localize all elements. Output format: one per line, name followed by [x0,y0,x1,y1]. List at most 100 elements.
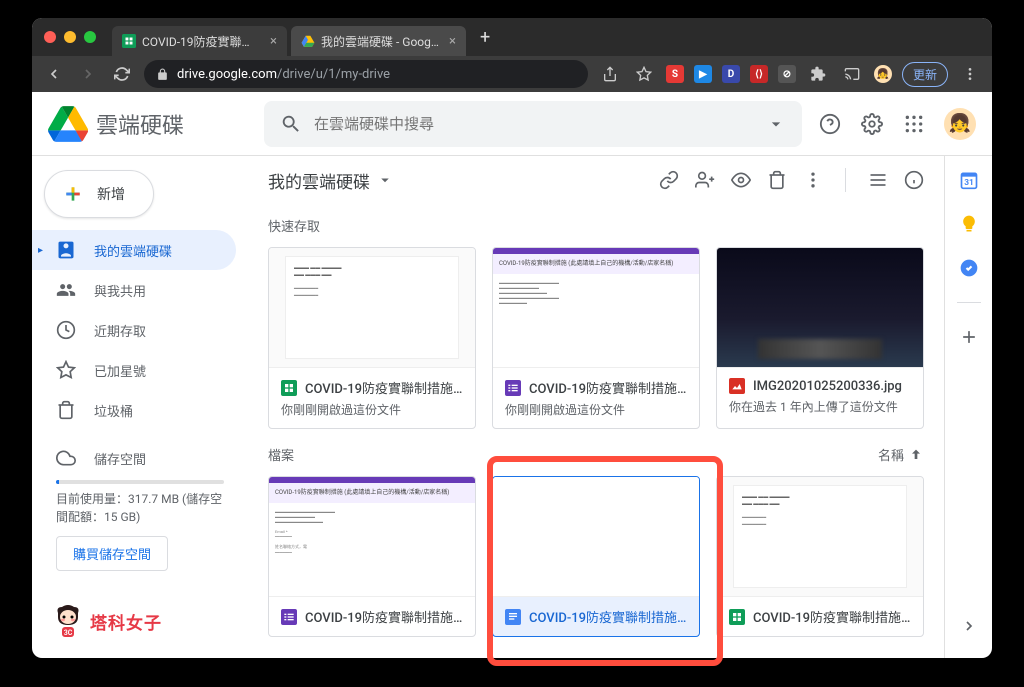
extension-icon[interactable]: D [722,65,740,83]
tasks-icon[interactable] [959,258,979,278]
link-icon[interactable] [659,170,679,190]
product-name: 雲端硬碟 [96,108,184,140]
menu-icon[interactable] [958,62,982,86]
calendar-icon[interactable]: 31 [959,170,979,190]
keep-icon[interactable] [959,214,979,234]
sidebar: 新增 ▸ 我的雲端硬碟 與我共用 近期存取 已加星號 垃圾桶 [32,156,248,658]
extension-tray: S ▶ D ⟨⟩ ⊘ 👧 更新 [598,62,982,87]
sidebar-item-mydrive[interactable]: ▸ 我的雲端硬碟 [32,230,236,270]
search-options-icon[interactable] [766,114,786,134]
maximize-window-button[interactable] [84,31,96,43]
files-label: 檔案 [268,445,294,464]
settings-icon[interactable] [860,112,884,136]
docs-icon [505,609,521,625]
quick-card[interactable]: ▬▬▬ ▬▬ ▬▬▬▬▬▬ ▬▬▬ ▬▬━━━━━━━━━━━━━━━━ COV… [268,247,476,429]
mydrive-icon [56,240,76,260]
list-view-icon[interactable] [868,170,888,190]
extension-icon[interactable]: ⊘ [778,65,796,83]
delete-icon[interactable] [767,170,787,190]
quick-access-row: ▬▬▬ ▬▬ ▬▬▬▬▬▬ ▬▬▬ ▬▬━━━━━━━━━━━━━━━━ COV… [268,247,924,429]
drive-logo-icon [48,104,88,144]
sort-button[interactable]: 名稱 [878,445,924,464]
quick-card[interactable]: COVID-19防疫實聯制措施 (此處請填上自己的機構/活動/店家名稱)▬▬▬▬… [492,247,700,429]
nav-label: 已加星號 [94,361,146,380]
info-icon[interactable] [904,170,924,190]
main-content: 我的雲端硬碟 快速存取 [248,156,944,658]
watermark: 3C 塔科女子 [52,603,162,639]
header-actions: 👧 [818,108,976,140]
help-icon[interactable] [818,112,842,136]
sheets-icon [122,34,136,48]
profile-avatar[interactable]: 👧 [874,65,892,83]
expand-icon[interactable]: ▸ [38,245,43,256]
drive-body: 新增 ▸ 我的雲端硬碟 與我共用 近期存取 已加星號 垃圾桶 [32,156,992,658]
more-icon[interactable] [803,170,823,190]
new-tab-button[interactable]: + [470,27,500,48]
cloud-icon [56,448,76,468]
sidebar-item-storage[interactable]: 儲存空間 [56,442,224,474]
apps-icon[interactable] [902,112,926,136]
browser-window: COVID-19防疫實聯制措施 (回應 × 我的雲端硬碟 - Google 雲端… [32,18,992,658]
search-input[interactable] [314,115,754,133]
browser-toolbar: drive.google.com/drive/u/1/my-drive S ▶ … [32,56,992,92]
reload-button[interactable] [110,62,134,86]
file-card[interactable]: ▬▬▬ ▬▬ ▬▬▬▬▬▬ ▬▬▬ ▬▬━━━━━━━━━━━━━━━━ COV… [716,476,924,637]
svg-text:31: 31 [964,178,974,188]
nav-label: 近期存取 [94,321,146,340]
card-title: COVID-19防疫實聯制措施 (列印... [529,607,687,626]
share-icon[interactable] [598,62,622,86]
forward-button[interactable] [76,62,100,86]
close-window-button[interactable] [44,31,56,43]
sheets-icon [281,380,297,396]
browser-tab-2[interactable]: 我的雲端硬碟 - Google 雲端硬 × [291,26,466,56]
file-card-selected[interactable]: COVID-19防疫實聯制措施 (列印... [492,476,700,637]
card-subtitle: 你剛剛開啟過這份文件 [281,401,463,418]
extension-icon[interactable]: ⟨⟩ [750,65,768,83]
card-subtitle: 你剛剛開啟過這份文件 [505,401,687,418]
share-icon[interactable] [695,170,715,190]
storage-usage-text: 目前使用量：317.7 MB (儲存空間配額：15 GB) [56,490,224,526]
close-tab-icon[interactable]: × [270,34,277,49]
recent-icon [56,320,76,340]
sidebar-item-shared[interactable]: 與我共用 [32,270,236,310]
file-card[interactable]: COVID-19防疫實聯制措施 (此處請填上自己的機構/活動/店家名稱)▬▬▬▬… [268,476,476,637]
new-button[interactable]: 新增 [44,170,154,218]
nav-label: 儲存空間 [94,449,146,468]
buy-storage-button[interactable]: 購買儲存空間 [56,536,168,571]
drive-logo-area[interactable]: 雲端硬碟 [48,104,248,144]
sidebar-item-recent[interactable]: 近期存取 [32,310,236,350]
window-controls [44,31,96,43]
update-button[interactable]: 更新 [902,62,948,87]
sidebar-item-trash[interactable]: 垃圾桶 [32,390,236,430]
content-scroll: 快速存取 ▬▬▬ ▬▬ ▬▬▬▬▬▬ ▬▬▬ ▬▬━━━━━━━━━━━━━━━… [248,204,944,658]
browser-tab-1[interactable]: COVID-19防疫實聯制措施 (回應 × [112,26,287,56]
star-icon[interactable] [632,62,656,86]
url-text: drive.google.com/drive/u/1/my-drive [177,67,390,82]
side-panel: 31 [944,156,992,658]
collapse-panel-icon[interactable] [961,618,977,644]
cast-icon[interactable] [840,62,864,86]
sidebar-item-starred[interactable]: 已加星號 [32,350,236,390]
minimize-window-button[interactable] [64,31,76,43]
shared-icon [56,280,76,300]
search-bar[interactable] [264,101,802,147]
svg-text:3C: 3C [64,629,73,637]
chevron-down-icon [376,171,394,189]
forms-icon [505,380,521,396]
preview-icon[interactable] [731,170,751,190]
extension-icon[interactable]: S [666,65,684,83]
main-header: 我的雲端硬碟 [248,156,944,204]
card-subtitle: 你在過去 1 年內上傳了這份文件 [729,398,911,415]
card-title: COVID-19防疫實聯制措施 (回應) -... [305,378,463,397]
address-bar[interactable]: drive.google.com/drive/u/1/my-drive [144,60,588,88]
quick-card[interactable]: IMG20201025200336.jpg 你在過去 1 年內上傳了這份文件 [716,247,924,429]
drive-header: 雲端硬碟 👧 [32,92,992,156]
back-button[interactable] [42,62,66,86]
breadcrumb[interactable]: 我的雲端硬碟 [268,168,394,193]
extension-icon[interactable]: ▶ [694,65,712,83]
extensions-icon[interactable] [806,62,830,86]
add-icon[interactable] [959,327,979,347]
close-tab-icon[interactable]: × [449,34,456,49]
file-actions [659,168,924,192]
account-avatar[interactable]: 👧 [944,108,976,140]
